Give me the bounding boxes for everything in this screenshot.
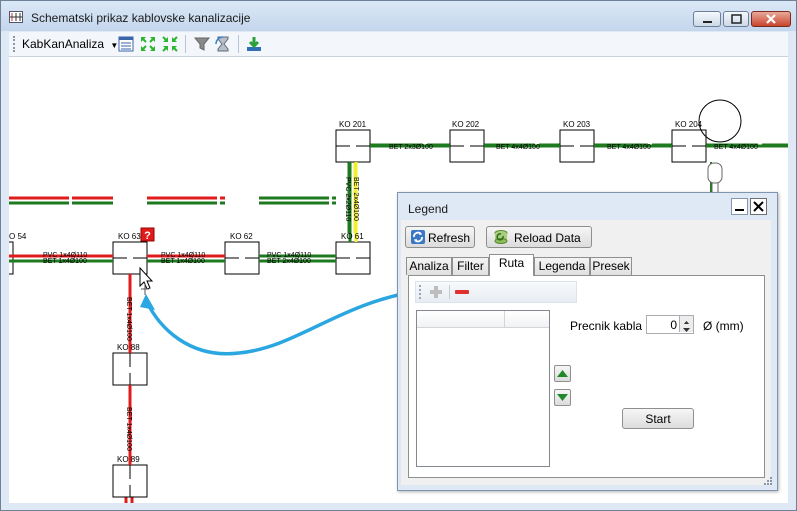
tab-filter[interactable]: Filter xyxy=(452,257,489,275)
node-label: KO 62 xyxy=(230,232,253,241)
tab-legenda[interactable]: Legenda xyxy=(534,257,590,275)
tab-ruta[interactable]: Ruta xyxy=(489,254,534,276)
warning-badge[interactable]: ? xyxy=(140,227,155,242)
highlight-circle xyxy=(698,99,742,143)
toolbar-separator xyxy=(238,35,239,53)
arrow-up-icon xyxy=(557,370,568,377)
cable-label: PVC 2x2Ø110 xyxy=(344,177,351,221)
tab-analiza[interactable]: Analiza xyxy=(406,257,452,275)
hourglass-icon[interactable] xyxy=(214,35,232,53)
legend-close-button[interactable] xyxy=(750,198,767,215)
list-column-header[interactable] xyxy=(417,311,505,328)
download-icon[interactable] xyxy=(245,35,263,53)
table-icon[interactable] xyxy=(117,35,135,53)
node-label: KO 202 xyxy=(452,120,480,129)
node-label: KO 89 xyxy=(117,455,140,464)
app-icon xyxy=(9,11,23,23)
refresh-label: Refresh xyxy=(428,231,471,245)
cable-label: BET 4x4Ø100 xyxy=(714,144,758,151)
list-column-header[interactable] xyxy=(505,311,549,328)
analysis-menu-label: KabKanAnaliza xyxy=(22,37,105,51)
node-label: KO 61 xyxy=(341,232,364,241)
resize-grip-icon[interactable] xyxy=(763,476,773,486)
reload-data-label: Reload Data xyxy=(514,231,581,245)
start-button[interactable]: Start xyxy=(622,408,694,429)
move-up-button[interactable] xyxy=(554,365,571,382)
spin-down-button[interactable] xyxy=(679,324,693,332)
reload-data-button[interactable]: Reload Data xyxy=(486,226,592,248)
toolbar: KabKanAnaliza ▼ xyxy=(9,32,788,57)
title-bar[interactable]: Schematski prikaz kablovske kanalizacije xyxy=(1,1,796,31)
close-button[interactable] xyxy=(751,11,791,27)
cable-diameter-label: Precnik kabla xyxy=(570,319,643,333)
junction-box[interactable] xyxy=(9,241,14,275)
minimize-icon xyxy=(735,209,744,211)
cable-label: BET 2x4Ø100 xyxy=(352,177,359,221)
refresh-icon xyxy=(411,230,425,244)
route-toolbar xyxy=(415,281,577,303)
cable-diameter-input[interactable]: 0 xyxy=(646,315,694,334)
callout-arrow-icon xyxy=(140,288,425,356)
toolbar-separator xyxy=(449,285,450,299)
reload-data-icon xyxy=(494,230,508,244)
cable-label: BET 2x3Ø100 xyxy=(389,144,433,151)
arrow-down-icon xyxy=(557,394,568,401)
minimize-button[interactable] xyxy=(693,11,721,27)
move-down-button[interactable] xyxy=(554,389,571,406)
cable-label: BET 4x4Ø100 xyxy=(607,144,651,151)
toolbar-grip[interactable] xyxy=(419,285,423,299)
cable-label: BET 1x4Ø100 xyxy=(161,258,205,265)
node-label: KO 203 xyxy=(563,120,591,129)
toolbar-grip[interactable] xyxy=(13,36,17,52)
remove-icon[interactable] xyxy=(454,284,470,300)
refresh-button[interactable]: Refresh xyxy=(405,226,475,248)
maximize-button[interactable] xyxy=(723,11,749,27)
unit-label: Ø (mm) xyxy=(703,319,744,333)
node-label: O 54 xyxy=(9,232,27,241)
close-icon xyxy=(753,201,764,212)
window-title: Schematski prikaz kablovske kanalizacije xyxy=(31,11,251,25)
cable-label: BET 1x4Ø100 xyxy=(125,297,132,341)
legend-title: Legend xyxy=(408,202,449,216)
filter-icon[interactable] xyxy=(193,35,211,53)
route-listbox[interactable] xyxy=(416,310,550,467)
node-label: KO 63 xyxy=(118,232,141,241)
cable-label: BET 1x4Ø100 xyxy=(43,258,87,265)
cable-label: BET 1x4Ø100 xyxy=(125,407,132,451)
toolbar-separator xyxy=(185,35,186,53)
start-label: Start xyxy=(645,412,671,426)
warning-badge-text: ? xyxy=(144,230,151,242)
legend-minimize-button[interactable] xyxy=(731,198,748,215)
node-label: KO 201 xyxy=(339,120,367,129)
legend-content: Refresh Reload Data Analiza Filter Ruta … xyxy=(401,220,771,485)
expand-icon[interactable] xyxy=(139,35,157,53)
chevron-down-icon xyxy=(683,328,690,332)
close-icon xyxy=(766,14,776,24)
minimize-icon xyxy=(703,21,712,23)
cable-label: BET 2x4Ø100 xyxy=(267,258,311,265)
add-icon[interactable] xyxy=(428,284,444,300)
cable-label: BET 4x4Ø100 xyxy=(496,144,540,151)
legend-panel[interactable]: Legend Refresh Reload Data Analiza Filte… xyxy=(397,192,778,491)
tab-presek[interactable]: Presek xyxy=(590,257,632,275)
maximize-icon xyxy=(731,14,742,24)
node-label: KO 88 xyxy=(117,343,140,352)
cable-diameter-value: 0 xyxy=(670,318,677,332)
ruta-tab-panel: Precnik kabla 0 Ø (mm) Start xyxy=(408,275,765,478)
collapse-icon[interactable] xyxy=(161,35,179,53)
analysis-menu[interactable]: KabKanAnaliza ▼ xyxy=(22,37,118,51)
